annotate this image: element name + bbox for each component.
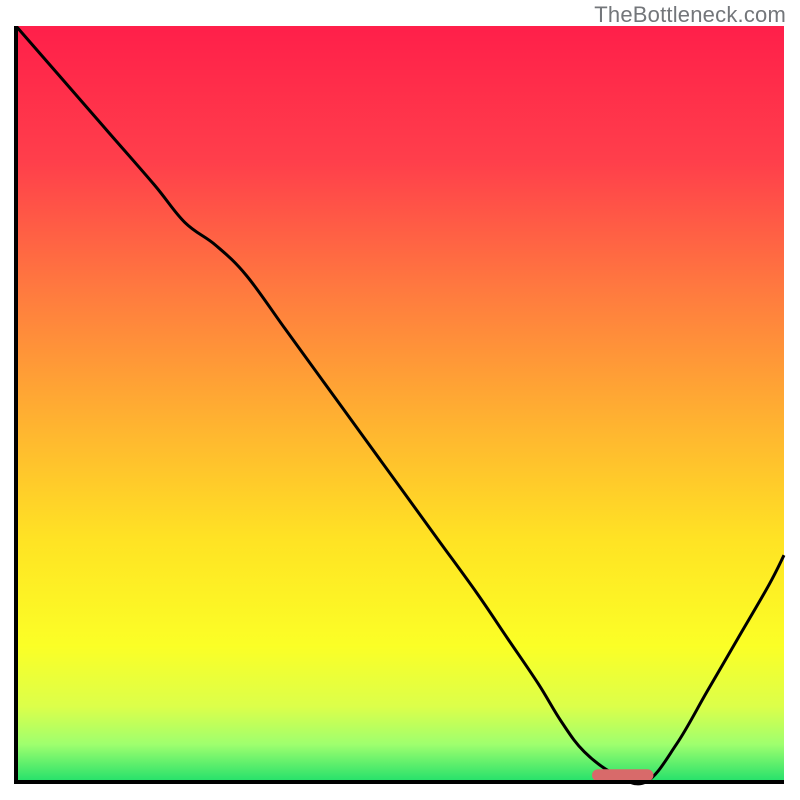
gradient-background — [16, 26, 784, 782]
bottleneck-chart-svg — [14, 26, 786, 786]
chart-container — [14, 26, 786, 786]
optimal-range-marker — [592, 769, 653, 781]
watermark-label: TheBottleneck.com — [594, 2, 786, 28]
